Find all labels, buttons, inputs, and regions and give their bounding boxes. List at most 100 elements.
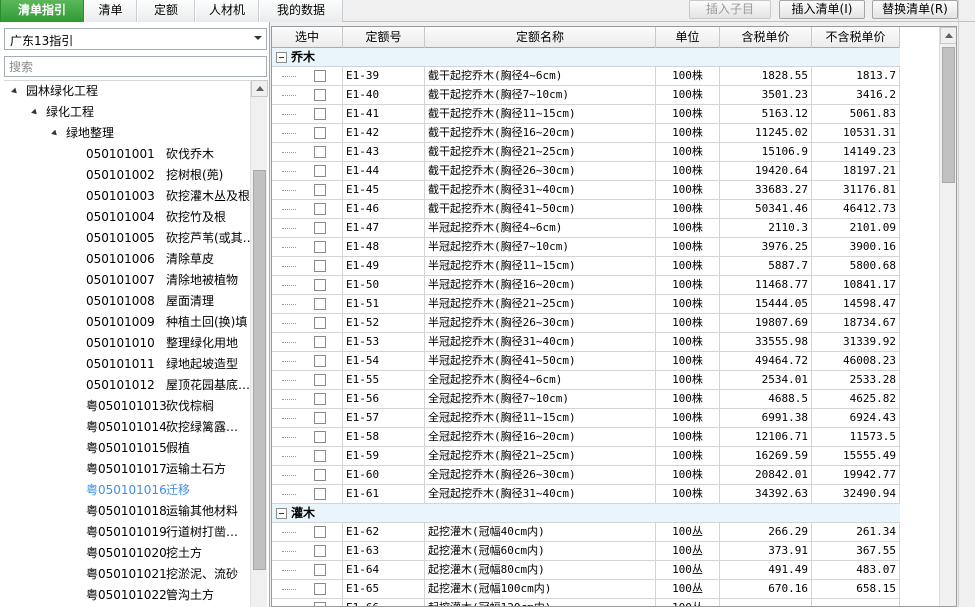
table-row[interactable]: E1-58 全冠起挖乔木(胸径16~20cm) 100株 12106.71 11573.… <box>272 428 900 447</box>
expand-triangle-icon[interactable] <box>31 108 39 117</box>
tree-node-group[interactable]: 绿地整理 <box>51 123 114 144</box>
table-row[interactable]: E1-53 半冠起挖乔木(胸径31~40cm) 100株 33555.98 31339.… <box>272 333 900 352</box>
col-header-quota-no[interactable]: 定额号 <box>343 27 425 48</box>
tab-labor-material-machine[interactable]: 人材机 <box>195 0 259 22</box>
table-row[interactable]: E1-51 半冠起挖乔木(胸径21~25cm) 100株 15444.05 14598.… <box>272 295 900 314</box>
tree-node-item[interactable]: 粤050101019行道树打凿… <box>86 522 238 543</box>
select-checkbox[interactable] <box>314 450 326 462</box>
select-checkbox[interactable] <box>314 488 326 500</box>
table-row[interactable]: E1-49 半冠起挖乔木(胸径11~15cm) 100株 5887.7 5800.68 <box>272 257 900 276</box>
table-row[interactable]: E1-39 截干起挖乔木(胸径4~6cm) 100株 1828.55 1813.7 <box>272 67 900 86</box>
table-row[interactable]: E1-60 全冠起挖乔木(胸径26~30cm) 100株 20842.01 19942.… <box>272 466 900 485</box>
table-row[interactable]: E1-56 全冠起挖乔木(胸径7~10cm) 100株 4688.5 4625.82 <box>272 390 900 409</box>
collapse-icon[interactable] <box>276 508 287 519</box>
select-checkbox[interactable] <box>314 222 326 234</box>
select-checkbox[interactable] <box>314 545 326 557</box>
tree-node-item[interactable]: 粤050101022管沟土方 <box>86 585 214 606</box>
select-checkbox[interactable] <box>314 184 326 196</box>
search-box[interactable] <box>4 56 267 77</box>
replace-list-button[interactable]: 替换清单(R) <box>872 0 958 19</box>
col-header-price-tax[interactable]: 含税单价 <box>720 27 812 48</box>
tree-scrollbar[interactable] <box>250 80 268 607</box>
select-checkbox[interactable] <box>314 526 326 538</box>
table-row[interactable]: E1-59 全冠起挖乔木(胸径21~25cm) 100株 16269.59 15555.… <box>272 447 900 466</box>
select-checkbox[interactable] <box>314 374 326 386</box>
tree-node-item[interactable]: 050101004 砍挖竹及根 <box>86 207 226 228</box>
table-row[interactable]: E1-42 截干起挖乔木(胸径16~20cm) 100株 11245.02 10531.… <box>272 124 900 143</box>
table-row[interactable]: E1-45 截干起挖乔木(胸径31~40cm) 100株 33683.27 31176.… <box>272 181 900 200</box>
tree-node-item[interactable]: 粤050101016迁移 <box>86 480 190 501</box>
select-checkbox[interactable] <box>314 89 326 101</box>
tree-node-item[interactable]: 050101010 整理绿化用地 <box>86 333 238 354</box>
table-row[interactable]: E1-44 截干起挖乔木(胸径26~30cm) 100株 19420.64 18197.… <box>272 162 900 181</box>
tab-list[interactable]: 清单 <box>84 0 137 22</box>
scroll-up-button[interactable] <box>940 27 956 44</box>
scroll-up-button[interactable] <box>251 80 268 97</box>
select-checkbox[interactable] <box>314 165 326 177</box>
select-checkbox[interactable] <box>314 108 326 120</box>
insert-list-button[interactable]: 插入清单(I) <box>779 0 865 19</box>
select-checkbox[interactable] <box>314 469 326 481</box>
tree-node-item[interactable]: 粤050101018运输其他材料 <box>86 501 238 522</box>
tree-node-item[interactable]: 050101005 砍挖芦苇(或其… <box>86 228 250 249</box>
tree-node-item[interactable]: 粤050101013砍伐棕榈 <box>86 396 214 417</box>
col-header-quota-name[interactable]: 定额名称 <box>425 27 656 48</box>
select-checkbox[interactable] <box>314 412 326 424</box>
tree-node-group[interactable]: 绿化工程 <box>31 102 94 123</box>
search-input[interactable] <box>5 57 266 76</box>
col-header-select[interactable]: 选中 <box>272 27 343 48</box>
select-checkbox[interactable] <box>314 260 326 272</box>
scroll-thumb[interactable] <box>253 170 266 570</box>
tree-node-item[interactable]: 050101009 种植土回(换)填 <box>86 312 247 333</box>
table-row[interactable]: E1-48 半冠起挖乔木(胸径7~10cm) 100株 3976.25 3900.16 <box>272 238 900 257</box>
col-header-price-notax[interactable]: 不含税单价 <box>812 27 900 48</box>
tree-node-item[interactable]: 粤050101017运输土石方 <box>86 459 226 480</box>
select-checkbox[interactable] <box>314 336 326 348</box>
table-row[interactable]: E1-43 截干起挖乔木(胸径21~25cm) 100株 15106.9 14149.2… <box>272 143 900 162</box>
select-checkbox[interactable] <box>314 431 326 443</box>
select-checkbox[interactable] <box>314 583 326 595</box>
table-row[interactable]: E1-65 起挖灌木(冠幅100cm内) 100丛 670.16 658.15 <box>272 580 900 599</box>
table-row[interactable]: E1-63 起挖灌木(冠幅60cm内) 100丛 373.91 367.55 <box>272 542 900 561</box>
tree-node-item[interactable]: 粤050101015假植 <box>86 438 190 459</box>
table-row[interactable]: E1-61 全冠起挖乔木(胸径31~40cm) 100株 34392.63 32490.… <box>272 485 900 504</box>
select-checkbox[interactable] <box>314 127 326 139</box>
table-row[interactable]: E1-55 全冠起挖乔木(胸径4~6cm) 100株 2534.01 2533.28 <box>272 371 900 390</box>
select-checkbox[interactable] <box>314 298 326 310</box>
table-row[interactable]: E1-54 半冠起挖乔木(胸径41~50cm) 100株 49464.72 46008.… <box>272 352 900 371</box>
tab-quota[interactable]: 定额 <box>137 0 195 22</box>
tab-list-guide[interactable]: 清单指引 <box>0 0 84 22</box>
table-row[interactable]: E1-64 起挖灌木(冠幅80cm内) 100丛 491.49 483.07 <box>272 561 900 580</box>
group-row[interactable]: 灌木 <box>272 504 900 523</box>
guide-library-select[interactable]: 广东13指引 <box>4 28 267 50</box>
collapse-icon[interactable] <box>276 52 287 63</box>
col-header-unit[interactable]: 单位 <box>656 27 720 48</box>
table-row[interactable]: E1-66起挖灌木(冠幅120cm内)100丛…… <box>272 599 900 606</box>
scroll-thumb[interactable] <box>942 47 955 183</box>
table-row[interactable]: E1-41 截干起挖乔木(胸径11~15cm) 100株 5163.12 5061.83 <box>272 105 900 124</box>
select-checkbox[interactable] <box>314 70 326 82</box>
select-checkbox[interactable] <box>314 203 326 215</box>
tree-node-item[interactable]: 050101012 屋顶花园基底… <box>86 375 250 396</box>
table-row[interactable]: E1-52 半冠起挖乔木(胸径26~30cm) 100株 19807.69 18734.… <box>272 314 900 333</box>
tree-node-item[interactable]: 粤050101021挖淤泥、流砂 <box>86 564 238 585</box>
select-checkbox[interactable] <box>314 241 326 253</box>
tree-node-item[interactable]: 050101003 砍挖灌木丛及根 <box>86 186 250 207</box>
tree-node-item[interactable]: 粤050101020挖土方 <box>86 543 202 564</box>
select-checkbox[interactable] <box>314 393 326 405</box>
insert-child-button[interactable]: 插入子目 <box>689 0 771 19</box>
select-checkbox[interactable] <box>314 317 326 329</box>
table-row[interactable]: E1-47 半冠起挖乔木(胸径4~6cm) 100株 2110.3 2101.09 <box>272 219 900 238</box>
tree-node-group[interactable]: 园林绿化工程 <box>11 81 98 102</box>
table-row[interactable]: E1-62 起挖灌木(冠幅40cm内) 100丛 266.29 261.34 <box>272 523 900 542</box>
tree-node-item[interactable]: 050101006 清除草皮 <box>86 249 214 270</box>
table-row[interactable]: E1-46 截干起挖乔木(胸径41~50cm) 100株 50341.46 46412.… <box>272 200 900 219</box>
table-row[interactable]: E1-40 截干起挖乔木(胸径7~10cm) 100株 3501.23 3416.2 <box>272 86 900 105</box>
tree-node-item[interactable]: 050101011 绿地起坡造型 <box>86 354 238 375</box>
select-checkbox[interactable] <box>314 146 326 158</box>
grid-scrollbar[interactable] <box>939 27 956 606</box>
tree-node-item[interactable]: 粤050101014砍挖绿篱露… <box>86 417 238 438</box>
select-checkbox[interactable] <box>314 279 326 291</box>
expand-triangle-icon[interactable] <box>51 129 59 138</box>
table-row[interactable]: E1-50 半冠起挖乔木(胸径16~20cm) 100株 11468.77 10841.… <box>272 276 900 295</box>
